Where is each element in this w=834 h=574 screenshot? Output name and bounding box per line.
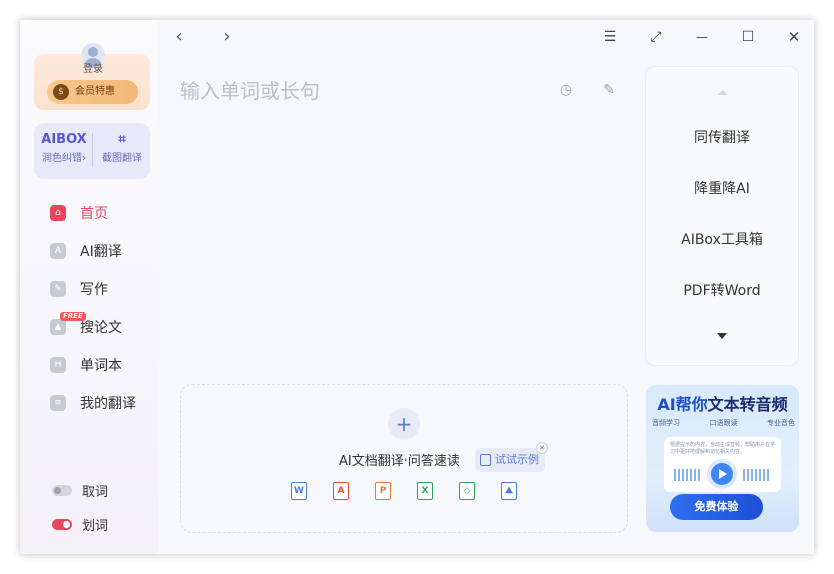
banner-title-prefix: AI帮你 [657, 395, 708, 414]
select-word-label: 划词 [82, 518, 109, 534]
avatar-head [88, 47, 98, 57]
banner-title: AI帮你文本转音频 [646, 395, 799, 415]
example-icon [480, 454, 491, 466]
sidebar-item-home[interactable]: ⌂ 首页 [50, 202, 150, 224]
quick-item-reduce-plagiarism[interactable]: 降重降AI [646, 180, 798, 198]
sidebar-item-my-translations[interactable]: ≡ 我的翻译 [50, 392, 150, 414]
play-icon[interactable] [711, 463, 733, 485]
sidebar-item-wordbook[interactable]: H 单词本 [50, 354, 150, 376]
aibox-logo-icon: AIBOX [41, 132, 87, 147]
minimize-button[interactable]: — [691, 26, 713, 48]
select-word-toggle-row[interactable]: 划词 [52, 513, 108, 535]
audio-preview-card: 根据提示的内容，自动生成音频，帮助用户在学习中更好地理解和记忆相关内容。 [664, 437, 781, 492]
polish-correct-label: 润色纠错› [42, 153, 86, 164]
forward-button[interactable]: › [216, 26, 238, 48]
sidebar: 登录 $ 会员特惠 AIBOX 润色纠错› ⌗ 截图翻译 ⌂ 首页 A AI翻译… [20, 20, 158, 554]
close-button[interactable]: ✕ [783, 26, 805, 48]
sidebar-item-label: 单词本 [80, 358, 122, 374]
edit-icon[interactable]: ✎ [600, 81, 618, 99]
wordbook-icon: H [50, 357, 66, 373]
home-icon: ⌂ [50, 205, 66, 221]
excel-file-icon: X [417, 482, 433, 500]
tools-card: AIBOX 润色纠错› ⌗ 截图翻译 [34, 123, 150, 179]
feature-item: 音频学习 [652, 419, 680, 427]
sidebar-item-label: AI翻译 [80, 244, 122, 260]
try-example-label: 试试示例 [495, 453, 539, 466]
menu-button[interactable]: ☰ [599, 26, 621, 48]
quick-item-pdf-to-word[interactable]: PDF转Word [646, 282, 798, 300]
ppt-file-icon: P [375, 482, 391, 500]
quick-item-aibox-toolbox[interactable]: AIBox工具箱 [646, 231, 798, 249]
add-document-button[interactable]: + [388, 408, 420, 440]
mini-mode-button[interactable]: ⤢ [645, 26, 667, 48]
select-word-toggle[interactable] [52, 518, 72, 530]
document-upload-area[interactable]: + AI文档翻译·问答速读 试试示例 × W A P X ◇ ⛰ [180, 384, 628, 533]
toggle-knob [63, 520, 70, 528]
history-icon[interactable]: ◷ [557, 81, 575, 99]
vip-offer-label: 会员特惠 [75, 86, 115, 97]
waveform-left [674, 469, 702, 481]
pick-word-label: 取词 [82, 484, 109, 500]
sidebar-item-label: 搜论文 [80, 320, 122, 336]
ai-translate-icon: A [50, 243, 66, 259]
close-example-button[interactable]: × [536, 442, 548, 454]
toggle-knob [54, 486, 61, 494]
sidebar-item-writing[interactable]: ✎ 写作 [50, 278, 150, 300]
screenshot-translate-tool[interactable]: ⌗ 截图翻译 [94, 129, 150, 167]
preview-text: 根据提示的内容，自动生成音频，帮助用户在学习中更好地理解和记忆相关内容。 [670, 442, 776, 455]
tts-promo-banner[interactable]: AI帮你文本转音频 音频学习 口语跟读 专业音色 根据提示的内容，自动生成音频，… [646, 385, 799, 532]
sidebar-item-label: 写作 [80, 282, 108, 298]
login-label[interactable]: 登录 [72, 64, 114, 76]
scroll-down-icon[interactable] [717, 333, 727, 339]
quick-item-simultaneous-interpretation[interactable]: 同传翻译 [646, 129, 798, 147]
waveform-right [743, 469, 771, 481]
sidebar-item-label: 我的翻译 [80, 396, 136, 412]
word-file-icon: W [291, 482, 307, 500]
tools-divider [92, 133, 93, 167]
document-icon: ≡ [50, 395, 66, 411]
back-button[interactable]: ‹ [168, 26, 190, 48]
screenshot-translate-label: 截图翻译 [102, 153, 142, 164]
pick-word-toggle[interactable] [52, 484, 72, 496]
pdf-file-icon: A [333, 482, 349, 500]
pen-icon: ✎ [50, 281, 66, 297]
polish-correct-tool[interactable]: AIBOX 润色纠错› [36, 129, 92, 167]
upload-description: AI文档翻译·问答速读 [339, 454, 460, 469]
try-example-button[interactable]: 试试示例 [475, 448, 545, 472]
banner-features: 音频学习 口语跟读 专业音色 [652, 418, 795, 428]
quick-access-panel: 同传翻译 降重降AI AIBox工具箱 PDF转Word [645, 66, 799, 366]
sidebar-item-label: 首页 [80, 206, 108, 222]
vip-offer-button[interactable]: $ 会员特惠 [47, 80, 138, 104]
crop-icon: ⌗ [118, 132, 126, 147]
epub-file-icon: ◇ [459, 482, 475, 500]
app-window: 登录 $ 会员特惠 AIBOX 润色纠错› ⌗ 截图翻译 ⌂ 首页 A AI翻译… [20, 20, 814, 554]
free-badge: FREE [60, 312, 86, 321]
pick-word-toggle-row[interactable]: 取词 [52, 479, 108, 501]
sidebar-item-search-papers[interactable]: ▲ FREE 搜论文 [50, 312, 150, 338]
feature-item: 口语跟读 [709, 419, 738, 427]
graduation-cap-icon: ▲ FREE [50, 312, 86, 335]
vip-badge-icon: $ [53, 84, 69, 100]
free-trial-button[interactable]: 免费体验 [670, 494, 763, 520]
maximize-button[interactable]: ☐ [737, 26, 759, 48]
feature-item: 专业音色 [767, 419, 795, 427]
image-file-icon: ⛰ [501, 482, 517, 500]
scroll-up-icon[interactable] [718, 90, 728, 95]
sidebar-item-ai-translate[interactable]: A AI翻译 [50, 240, 150, 262]
banner-title-highlight: 文本转音频 [707, 395, 788, 414]
